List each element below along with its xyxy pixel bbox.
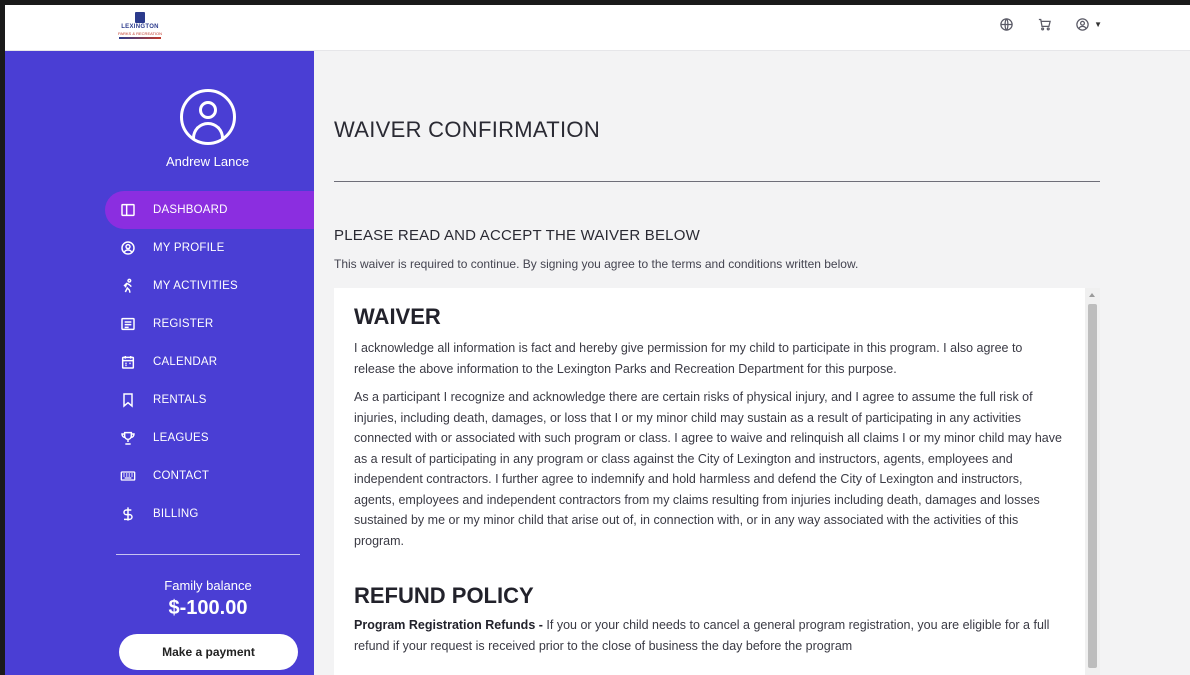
main-content: WAIVER CONFIRMATION PLEASE READ AND ACCE… [314,51,1190,675]
register-icon [119,315,137,333]
sidebar-item-label: MY ACTIVITIES [153,280,238,292]
sidebar-item-label: DASHBOARD [153,204,228,216]
dashboard-icon [119,201,137,219]
logo-sub: PARKS & RECREATION [117,31,163,36]
avatar-head [199,101,217,119]
sidebar-item-leagues[interactable]: LEAGUES [105,419,314,457]
sidebar-divider [116,554,300,555]
sidebar: Andrew Lance DASHBOARD MY PROFILE MY ACT… [5,51,314,675]
globe-icon[interactable] [996,14,1016,34]
sidebar-item-label: BILLING [153,508,199,520]
title-divider [334,181,1100,182]
sidebar-item-label: CONTACT [153,470,210,482]
refund-lead: Program Registration Refunds - [354,618,543,632]
app-window: LEXINGTON PARKS & RECREATION ▼ Andrew La… [5,5,1190,675]
scroll-up-arrow-icon[interactable] [1089,293,1095,297]
waiver-content: WAIVER I acknowledge all information is … [354,304,1064,664]
sidebar-nav: DASHBOARD MY PROFILE MY ACTIVITIES REGIS… [105,191,314,533]
sidebar-item-rentals[interactable]: RENTALS [105,381,314,419]
calendar-icon [119,353,137,371]
lexington-logo[interactable]: LEXINGTON PARKS & RECREATION [117,12,163,42]
waiver-title: WAIVER [354,304,441,329]
activities-icon [119,277,137,295]
bookmark-icon [119,391,137,409]
sidebar-item-calendar[interactable]: CALENDAR [105,343,314,381]
sidebar-item-label: CALENDAR [153,356,218,368]
logo-badge-icon [135,12,145,23]
section-heading: PLEASE READ AND ACCEPT THE WAIVER BELOW [334,227,700,244]
section-subtext: This waiver is required to continue. By … [334,257,859,271]
scroll-thumb[interactable] [1088,304,1097,668]
waiver-paragraph-1: I acknowledge all information is fact an… [354,341,1023,376]
logo-underline [119,37,161,39]
waiver-scrollbar[interactable] [1085,288,1100,675]
page-title: WAIVER CONFIRMATION [334,117,601,142]
waiver-scroll-box[interactable]: WAIVER I acknowledge all information is … [334,288,1100,675]
chevron-down-icon[interactable]: ▼ [1094,20,1102,29]
top-icons: ▼ [996,14,1102,34]
logo-word: LEXINGTON [121,24,159,30]
waiver-paragraph-2: As a participant I recognize and acknowl… [354,390,1062,548]
sidebar-item-contact[interactable]: CONTACT [105,457,314,495]
family-balance-label: Family balance [164,578,252,593]
sidebar-item-my-profile[interactable]: MY PROFILE [105,229,314,267]
avatar-icon[interactable] [180,89,236,145]
refund-paragraph: Program Registration Refunds - If you or… [354,615,1064,656]
sidebar-item-label: LEAGUES [153,432,209,444]
sidebar-item-billing[interactable]: BILLING [105,495,314,533]
refund-policy-title: REFUND POLICY [354,583,534,608]
sidebar-item-label: REGISTER [153,318,214,330]
keyboard-icon [119,467,137,485]
profile-icon [119,239,137,257]
make-payment-button[interactable]: Make a payment [119,634,298,670]
sidebar-item-register[interactable]: REGISTER [105,305,314,343]
cart-icon[interactable] [1034,14,1054,34]
sidebar-item-dashboard[interactable]: DASHBOARD [105,191,314,229]
dollar-icon [119,505,137,523]
top-bar: LEXINGTON PARKS & RECREATION ▼ [5,5,1190,51]
sidebar-item-my-activities[interactable]: MY ACTIVITIES [105,267,314,305]
account-menu-icon[interactable] [1072,14,1092,34]
trophy-icon [119,429,137,447]
sidebar-item-label: MY PROFILE [153,242,225,254]
avatar-shoulders [192,122,224,140]
family-balance-value: $-100.00 [168,597,248,619]
sidebar-item-label: RENTALS [153,394,207,406]
